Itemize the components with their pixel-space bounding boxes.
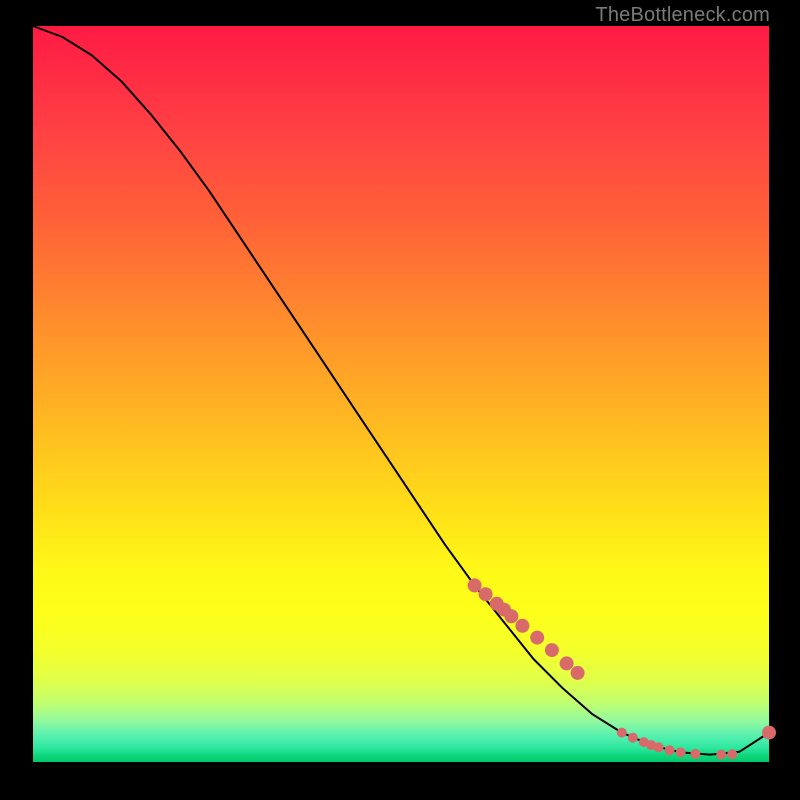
marker-group [468,578,776,759]
data-marker [545,643,559,657]
data-marker [690,749,700,759]
bottleneck-curve [33,26,769,755]
data-marker [515,619,529,633]
data-marker [665,745,675,755]
chart-svg [33,26,769,762]
data-marker [727,749,737,759]
data-marker [560,656,574,670]
data-marker [530,631,544,645]
data-marker [468,578,482,592]
watermark-text: TheBottleneck.com [595,4,770,27]
data-marker [628,733,638,743]
chart-frame: TheBottleneck.com [0,0,800,800]
data-marker [571,666,585,680]
plot-area [33,26,769,762]
data-marker [716,750,726,760]
data-marker [504,609,518,623]
data-marker [479,587,493,601]
data-marker [617,728,627,738]
data-marker [762,726,776,740]
data-marker [676,747,686,757]
data-marker [654,742,664,752]
